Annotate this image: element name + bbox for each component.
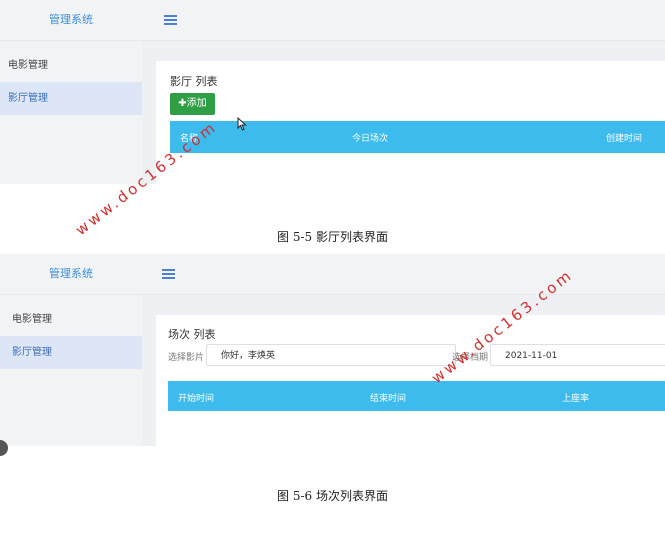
column-header-start-time[interactable]: 开始时间 [178, 391, 214, 404]
sidebar-item-movies[interactable]: 电影管理 [0, 49, 142, 82]
top-bar [142, 254, 665, 295]
content-area: 影厅 列表 ✚添加 名称 今日场次 创建时间 [142, 41, 665, 184]
caption-figure-5-5: 图 5-5 影厅列表界面 [277, 230, 388, 244]
add-button[interactable]: ✚添加 [170, 93, 215, 115]
menu-toggle-icon[interactable] [162, 269, 175, 279]
list-panel: 影厅 列表 ✚添加 名称 今日场次 创建时间 [156, 61, 665, 184]
movie-select[interactable]: 你好，李焕英 [206, 344, 456, 366]
table-header: 开始时间 结束时间 上座率 [168, 381, 665, 411]
screenshot-hall-list: 管理系统 电影管理 影厅管理 影厅 列表 ✚添加 名称 今日场次 创建时间 [0, 0, 665, 184]
panel-title: 影厅 列表 [170, 75, 218, 88]
date-picker[interactable]: 2021-11-01 [490, 344, 665, 366]
caption-figure-5-6: 图 5-6 场次列表界面 [277, 489, 388, 503]
panel-title: 场次 列表 [168, 328, 216, 341]
sidebar: 管理系统 电影管理 影厅管理 [0, 254, 143, 446]
column-header-today-sessions[interactable]: 今日场次 [352, 131, 388, 144]
sidebar-item-halls[interactable]: 影厅管理 [0, 82, 142, 115]
top-bar [142, 0, 665, 41]
content-area: 场次 列表 选择影片 你好，李焕英 选择档期 2021-11-01 开始时间 结… [142, 295, 665, 446]
column-header-created-time[interactable]: 创建时间 [606, 131, 642, 144]
brand-title: 管理系统 [0, 0, 142, 41]
column-header-occupancy[interactable]: 上座率 [562, 391, 589, 404]
column-header-end-time[interactable]: 结束时间 [370, 391, 406, 404]
sidebar: 管理系统 电影管理 影厅管理 [0, 0, 143, 184]
sidebar-item-movies[interactable]: 电影管理 [0, 303, 142, 336]
mouse-cursor-icon [237, 117, 247, 131]
movie-filter-label: 选择影片 [168, 353, 205, 363]
list-panel: 场次 列表 选择影片 你好，李焕英 选择档期 2021-11-01 开始时间 结… [156, 315, 665, 446]
brand-title: 管理系统 [0, 254, 142, 295]
sidebar-item-halls[interactable]: 影厅管理 [0, 336, 142, 369]
menu-toggle-icon[interactable] [164, 15, 177, 25]
